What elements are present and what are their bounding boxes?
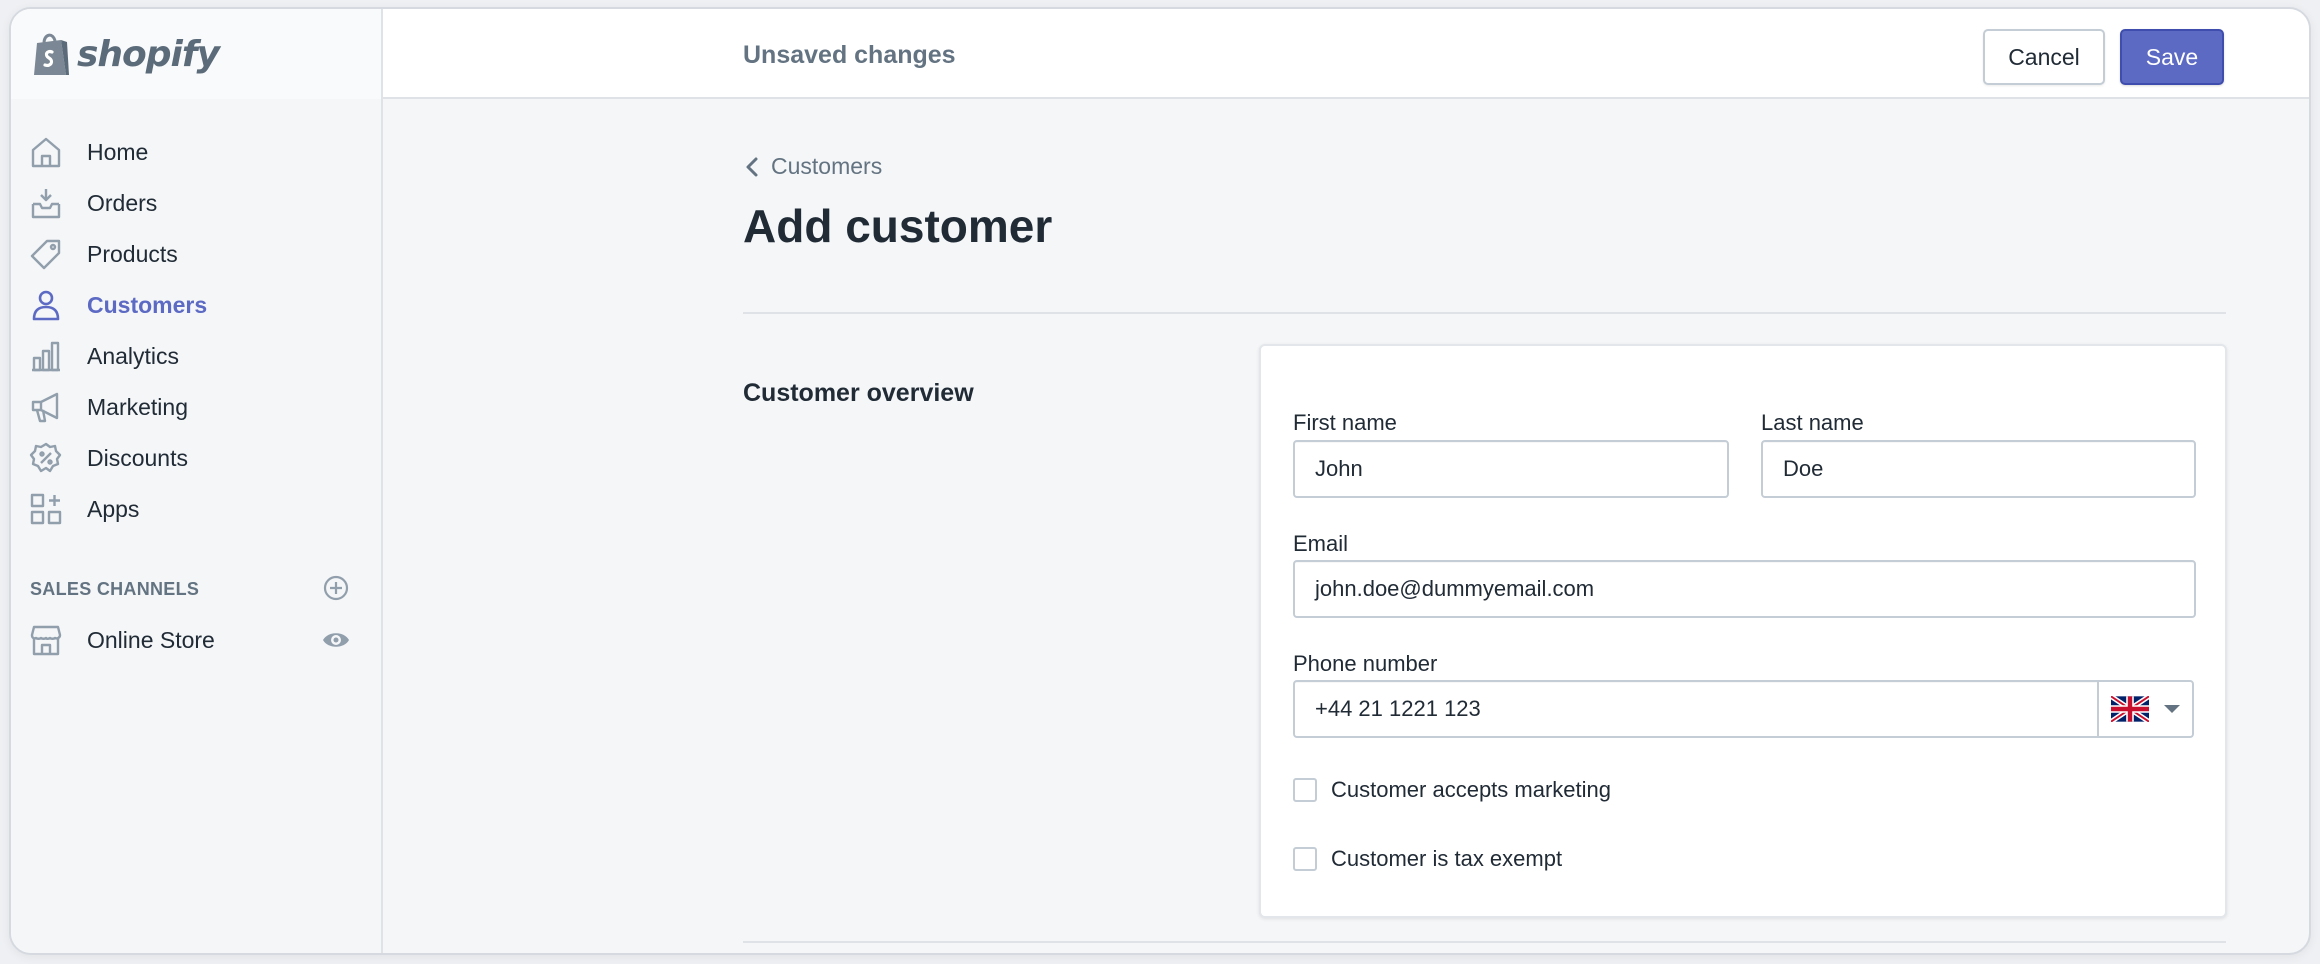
sidebar-item-label: Discounts [87,444,188,471]
sidebar-item-label: Analytics [87,342,180,369]
cancel-button[interactable]: Cancel [1983,29,2105,85]
checkbox[interactable] [1293,778,1317,802]
unsaved-changes-label: Unsaved changes [743,41,956,69]
chevron-left-icon [746,157,758,176]
last-name-label: Last name [1761,410,1864,435]
email-label: Email [1293,531,1349,556]
app-window: shopify Unsaved changes Cancel Save Home… [9,7,2311,955]
tag-icon [30,239,61,270]
bar-chart-icon [32,341,60,372]
uk-flag-icon [2111,696,2149,722]
section-divider [743,941,2226,943]
person-icon [32,290,60,321]
shopify-bag-icon [34,33,69,75]
add-sales-channel-icon[interactable] [321,573,351,603]
megaphone-icon [31,392,59,423]
customer-overview-card: First name John Last name Doe Email john… [1259,344,2227,918]
sidebar-item-products[interactable]: Products [11,229,381,279]
phone-label: Phone number [1293,651,1438,676]
save-button[interactable]: Save [2120,29,2224,85]
sales-channels-heading: SALES CHANNELS [30,579,200,599]
sidebar-item-online-store[interactable]: Online Store [11,615,381,665]
brand-name: shopify [77,33,220,75]
sidebar: Home Orders Products Customers Analytics [11,99,383,953]
sidebar-item-label: Online Store [87,626,215,653]
breadcrumb[interactable]: Customers [743,153,882,180]
top-bar: shopify Unsaved changes Cancel Save [11,9,2309,99]
chevron-down-icon [2164,705,2180,713]
phone-field[interactable]: +44 21 1221 123 [1293,680,2099,738]
home-icon [31,137,61,168]
sidebar-item-home[interactable]: Home [11,127,381,177]
email-field[interactable]: john.doe@dummyemail.com [1293,560,2196,618]
sidebar-item-discounts[interactable]: Discounts [11,433,381,483]
sidebar-item-label: Orders [87,189,158,216]
sidebar-item-analytics[interactable]: Analytics [11,331,381,381]
checkbox[interactable] [1293,847,1317,871]
first-name-field[interactable]: John [1293,440,1729,498]
tax-exempt-label: Customer is tax exempt [1331,846,1563,871]
apps-icon [30,493,62,525]
header-divider [743,312,2226,314]
tax-exempt-checkbox[interactable]: Customer is tax exempt [1293,846,1562,872]
section-title: Customer overview [743,379,974,407]
accepts-marketing-label: Customer accepts marketing [1331,777,1611,802]
breadcrumb-link[interactable]: Customers [771,153,882,180]
sidebar-item-marketing[interactable]: Marketing [11,382,381,432]
accepts-marketing-checkbox[interactable]: Customer accepts marketing [1293,777,1611,803]
sidebar-item-label: Apps [87,495,140,522]
sidebar-item-label: Products [87,240,178,267]
discount-icon [29,442,62,473]
sidebar-item-customers[interactable]: Customers [11,280,381,330]
sidebar-item-label: Customers [87,291,208,318]
sidebar-item-label: Home [87,138,149,165]
first-name-label: First name [1293,410,1397,435]
last-name-field[interactable]: Doe [1761,440,2196,498]
store-icon [30,625,62,656]
brand[interactable]: shopify [11,9,383,99]
sidebar-item-orders[interactable]: Orders [11,178,381,228]
page-title: Add customer [743,200,1053,252]
country-selector[interactable] [2097,680,2194,738]
sidebar-item-label: Marketing [87,393,188,420]
orders-icon [31,189,61,219]
eye-icon[interactable] [321,625,351,655]
sidebar-item-apps[interactable]: Apps [11,484,381,534]
